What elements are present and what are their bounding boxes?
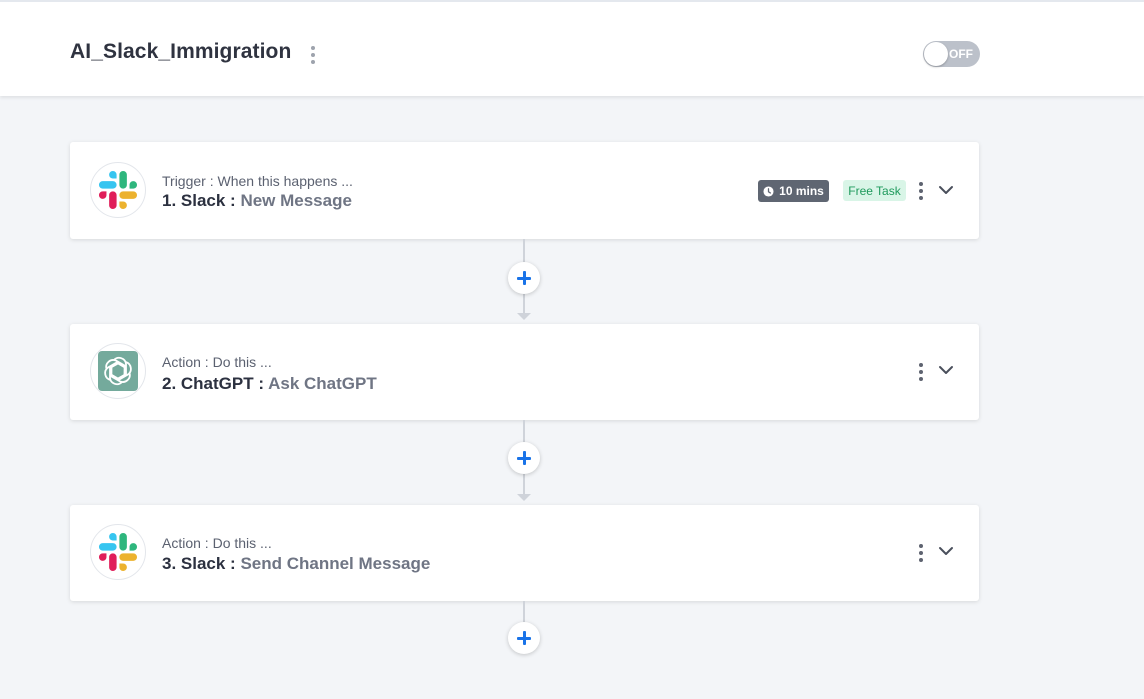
- step-title: 2. ChatGPT : Ask ChatGPT: [162, 374, 377, 394]
- connector-arrow-icon: [517, 313, 531, 320]
- slack-icon: [90, 524, 146, 580]
- step-event-name: Send Channel Message: [240, 554, 431, 573]
- step-app-name: 3. Slack :: [162, 554, 241, 573]
- polling-interval-text: 10 mins: [779, 184, 824, 198]
- kebab-menu-icon[interactable]: [915, 180, 927, 202]
- step-app-name: 1. Slack :: [162, 191, 241, 210]
- clock-icon: [763, 185, 774, 197]
- slack-icon: [90, 162, 146, 218]
- add-step-button[interactable]: [508, 622, 540, 654]
- polling-interval-badge: 10 mins: [758, 180, 829, 202]
- step-event-name: New Message: [240, 191, 352, 210]
- step-subtitle: Trigger : When this happens ...: [162, 173, 353, 189]
- connector-arrow-icon: [517, 494, 531, 501]
- workflow-toggle[interactable]: OFF: [923, 41, 980, 67]
- add-step-button[interactable]: [508, 442, 540, 474]
- workflow-menu-icon[interactable]: [305, 44, 321, 66]
- kebab-menu-icon[interactable]: [915, 361, 927, 383]
- step-title: 3. Slack : Send Channel Message: [162, 554, 430, 574]
- step-app-name: 2. ChatGPT :: [162, 374, 269, 393]
- add-step-button[interactable]: [508, 262, 540, 294]
- step-title: 1. Slack : New Message: [162, 191, 352, 211]
- free-task-badge: Free Task: [843, 180, 906, 201]
- chatgpt-icon: [90, 343, 146, 399]
- chevron-down-icon[interactable]: [937, 181, 955, 199]
- step-card-2[interactable]: Action : Do this ... 2. ChatGPT : Ask Ch…: [70, 324, 979, 420]
- step-card-3[interactable]: Action : Do this ... 3. Slack : Send Cha…: [70, 505, 979, 601]
- chevron-down-icon[interactable]: [937, 361, 955, 379]
- toggle-knob: [924, 42, 948, 66]
- workflow-header: AI_Slack_Immigration OFF: [0, 0, 1144, 96]
- workflow-title[interactable]: AI_Slack_Immigration: [70, 40, 291, 64]
- step-card-1[interactable]: Trigger : When this happens ... 1. Slack…: [70, 142, 979, 239]
- step-event-name: Ask ChatGPT: [268, 374, 377, 393]
- chevron-down-icon[interactable]: [937, 542, 955, 560]
- kebab-menu-icon[interactable]: [915, 542, 927, 564]
- toggle-label: OFF: [949, 47, 973, 61]
- step-subtitle: Action : Do this ...: [162, 535, 272, 551]
- step-subtitle: Action : Do this ...: [162, 354, 272, 370]
